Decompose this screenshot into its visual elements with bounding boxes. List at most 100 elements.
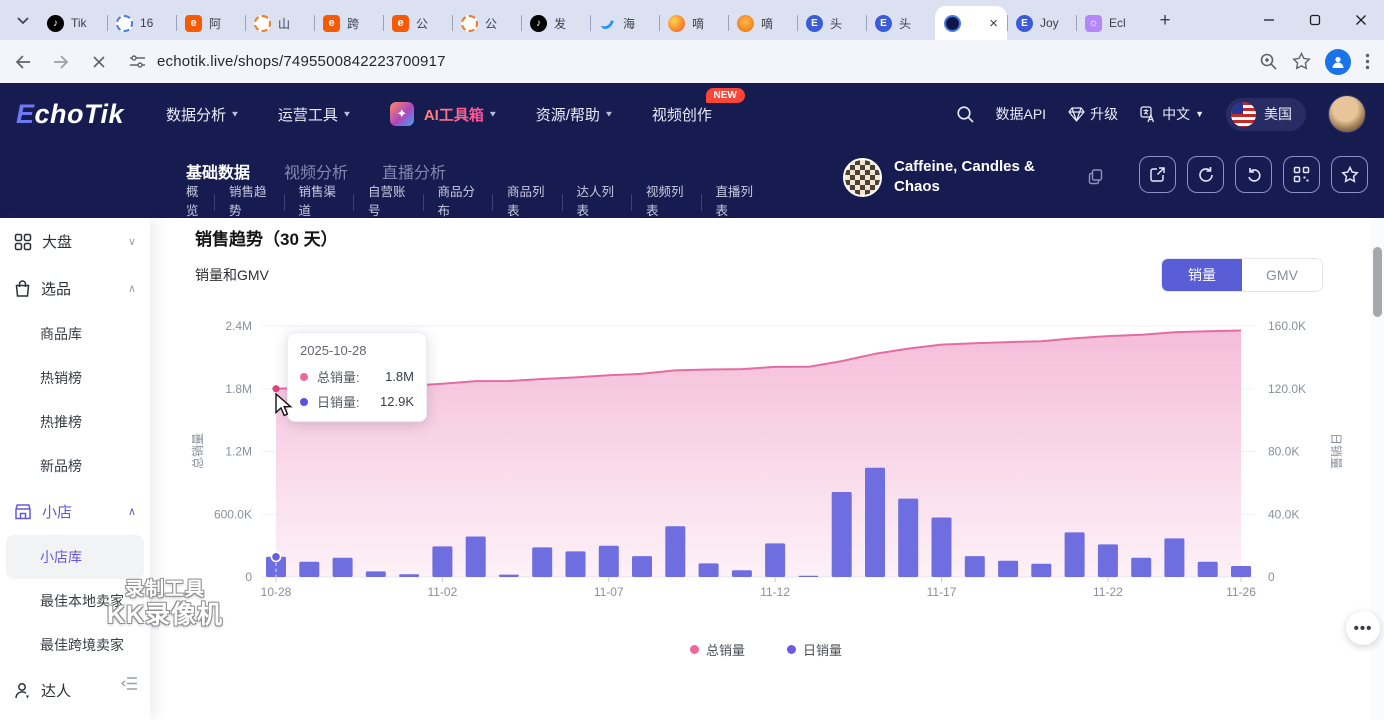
- favorite-button[interactable]: [1331, 156, 1368, 193]
- new-tab-button[interactable]: +: [1151, 7, 1179, 35]
- subtab[interactable]: 销售渠道: [299, 183, 340, 222]
- browser-tab[interactable]: E头: [797, 6, 866, 40]
- section-tab[interactable]: 视频分析: [284, 159, 348, 183]
- bookmark-star-icon[interactable]: [1292, 52, 1311, 71]
- browser-tab[interactable]: ♪发: [521, 6, 590, 40]
- external-link-button[interactable]: [1139, 156, 1176, 193]
- qr-code-button[interactable]: [1283, 156, 1320, 193]
- subtab[interactable]: 商品分布: [438, 183, 479, 222]
- legend-item[interactable]: 总销量: [690, 640, 745, 659]
- browser-tab[interactable]: 海: [590, 6, 659, 40]
- browser-tab[interactable]: 16: [107, 6, 176, 40]
- sidebar-item-小店库[interactable]: 小店库: [6, 535, 144, 579]
- daily-sales-bar[interactable]: [699, 563, 719, 577]
- browser-tab[interactable]: e公: [383, 6, 452, 40]
- browser-tab[interactable]: 嘀: [659, 6, 728, 40]
- nav-item[interactable]: ✦AI工具箱▼: [390, 102, 498, 126]
- refresh-button[interactable]: [1187, 156, 1224, 193]
- scrollbar-thumb[interactable]: [1373, 247, 1382, 317]
- sync-button[interactable]: [1235, 156, 1272, 193]
- nav-item[interactable]: 资源/帮助▼: [536, 104, 614, 125]
- sidebar-group-选品[interactable]: 选品∧: [0, 265, 150, 312]
- sidebar-group-小店[interactable]: 小店∧: [0, 488, 150, 535]
- zoom-icon[interactable]: [1259, 52, 1278, 71]
- daily-sales-bar[interactable]: [499, 575, 519, 577]
- browser-tab[interactable]: 山: [245, 6, 314, 40]
- forward-button[interactable]: [46, 47, 76, 77]
- daily-sales-bar[interactable]: [832, 492, 852, 577]
- daily-sales-bar[interactable]: [432, 546, 452, 577]
- menu-kebab-icon[interactable]: [1365, 53, 1370, 70]
- search-icon[interactable]: [956, 105, 974, 123]
- minimize-button[interactable]: [1246, 0, 1292, 40]
- sidebar-group-大盘[interactable]: 大盘∨: [0, 218, 150, 265]
- sidebar-item-热推榜[interactable]: 热推榜: [0, 400, 150, 444]
- language-selector[interactable]: 中文 ▼: [1140, 104, 1204, 124]
- browser-tab[interactable]: 公: [452, 6, 521, 40]
- legend-item[interactable]: 日销量: [787, 640, 842, 659]
- browser-tab[interactable]: E头: [866, 6, 935, 40]
- upgrade-link[interactable]: 升级: [1068, 104, 1118, 124]
- subtab[interactable]: 直播列表: [716, 183, 757, 222]
- daily-sales-bar[interactable]: [965, 556, 985, 577]
- subtab[interactable]: 销售趋势: [229, 183, 270, 222]
- nav-item[interactable]: 数据分析▼: [166, 104, 240, 125]
- daily-sales-bar[interactable]: [898, 499, 918, 577]
- site-info-button[interactable]: [128, 53, 147, 70]
- close-window-button[interactable]: [1338, 0, 1384, 40]
- browser-tab[interactable]: 嘀: [728, 6, 797, 40]
- browser-tab[interactable]: e跨: [314, 6, 383, 40]
- daily-sales-bar[interactable]: [1198, 562, 1218, 577]
- back-button[interactable]: [8, 47, 38, 77]
- data-api-link[interactable]: 数据API: [996, 104, 1047, 124]
- subtab[interactable]: 视频列表: [646, 183, 687, 222]
- browser-tab-active[interactable]: ×: [935, 6, 1007, 40]
- subtab[interactable]: 概览: [186, 183, 200, 222]
- daily-sales-bar[interactable]: [566, 551, 586, 577]
- daily-sales-bar[interactable]: [998, 561, 1018, 577]
- nav-item[interactable]: 视频创作NEW: [652, 104, 712, 125]
- daily-sales-bar[interactable]: [1131, 558, 1151, 577]
- copy-icon[interactable]: [1088, 169, 1103, 185]
- sidebar-item-热销榜[interactable]: 热销榜: [0, 356, 150, 400]
- address-bar[interactable]: echotik.live/shops/7495500842223700917: [157, 53, 446, 70]
- daily-sales-bar[interactable]: [665, 526, 685, 577]
- nav-item[interactable]: 运营工具▼: [278, 104, 352, 125]
- daily-sales-bar[interactable]: [532, 547, 552, 577]
- more-options-button[interactable]: •••: [1346, 611, 1380, 645]
- tab-search-button[interactable]: [10, 8, 36, 34]
- maximize-button[interactable]: [1292, 0, 1338, 40]
- toggle-option-销量[interactable]: 销量: [1162, 259, 1242, 291]
- sidebar-item-最佳跨境卖家[interactable]: 最佳跨境卖家: [0, 623, 150, 667]
- browser-tab[interactable]: e阿: [176, 6, 245, 40]
- user-avatar[interactable]: [1328, 95, 1366, 133]
- daily-sales-bar[interactable]: [732, 570, 752, 577]
- daily-sales-bar[interactable]: [798, 576, 818, 577]
- tab-close-icon[interactable]: ×: [989, 16, 998, 31]
- daily-sales-bar[interactable]: [1065, 532, 1085, 577]
- daily-sales-bar[interactable]: [599, 546, 619, 577]
- daily-sales-bar[interactable]: [865, 468, 885, 577]
- echotik-logo[interactable]: EchoTik: [16, 99, 166, 130]
- daily-sales-bar[interactable]: [333, 558, 353, 577]
- daily-sales-bar[interactable]: [399, 574, 419, 577]
- sidebar-item-商品库[interactable]: 商品库: [0, 312, 150, 356]
- browser-profile-avatar[interactable]: [1325, 49, 1351, 75]
- daily-sales-bar[interactable]: [932, 518, 952, 578]
- daily-sales-bar[interactable]: [765, 543, 785, 577]
- subtab[interactable]: 达人列表: [577, 183, 618, 222]
- section-tab[interactable]: 直播分析: [382, 159, 446, 183]
- browser-tab[interactable]: ☼Ecl: [1076, 6, 1145, 40]
- section-tab[interactable]: 基础数据: [186, 159, 250, 183]
- daily-sales-bar[interactable]: [466, 537, 486, 578]
- daily-sales-bar[interactable]: [366, 571, 386, 577]
- daily-sales-bar[interactable]: [1231, 566, 1251, 577]
- subtab[interactable]: 自营账号: [368, 183, 409, 222]
- region-selector[interactable]: 美国: [1226, 98, 1306, 131]
- sidebar-collapse-button[interactable]: [121, 676, 138, 696]
- sidebar-item-新品榜[interactable]: 新品榜: [0, 444, 150, 488]
- daily-sales-bar[interactable]: [632, 556, 652, 577]
- browser-tab[interactable]: EJoy: [1007, 6, 1076, 40]
- daily-sales-bar[interactable]: [1164, 538, 1184, 577]
- toggle-option-GMV[interactable]: GMV: [1242, 259, 1322, 291]
